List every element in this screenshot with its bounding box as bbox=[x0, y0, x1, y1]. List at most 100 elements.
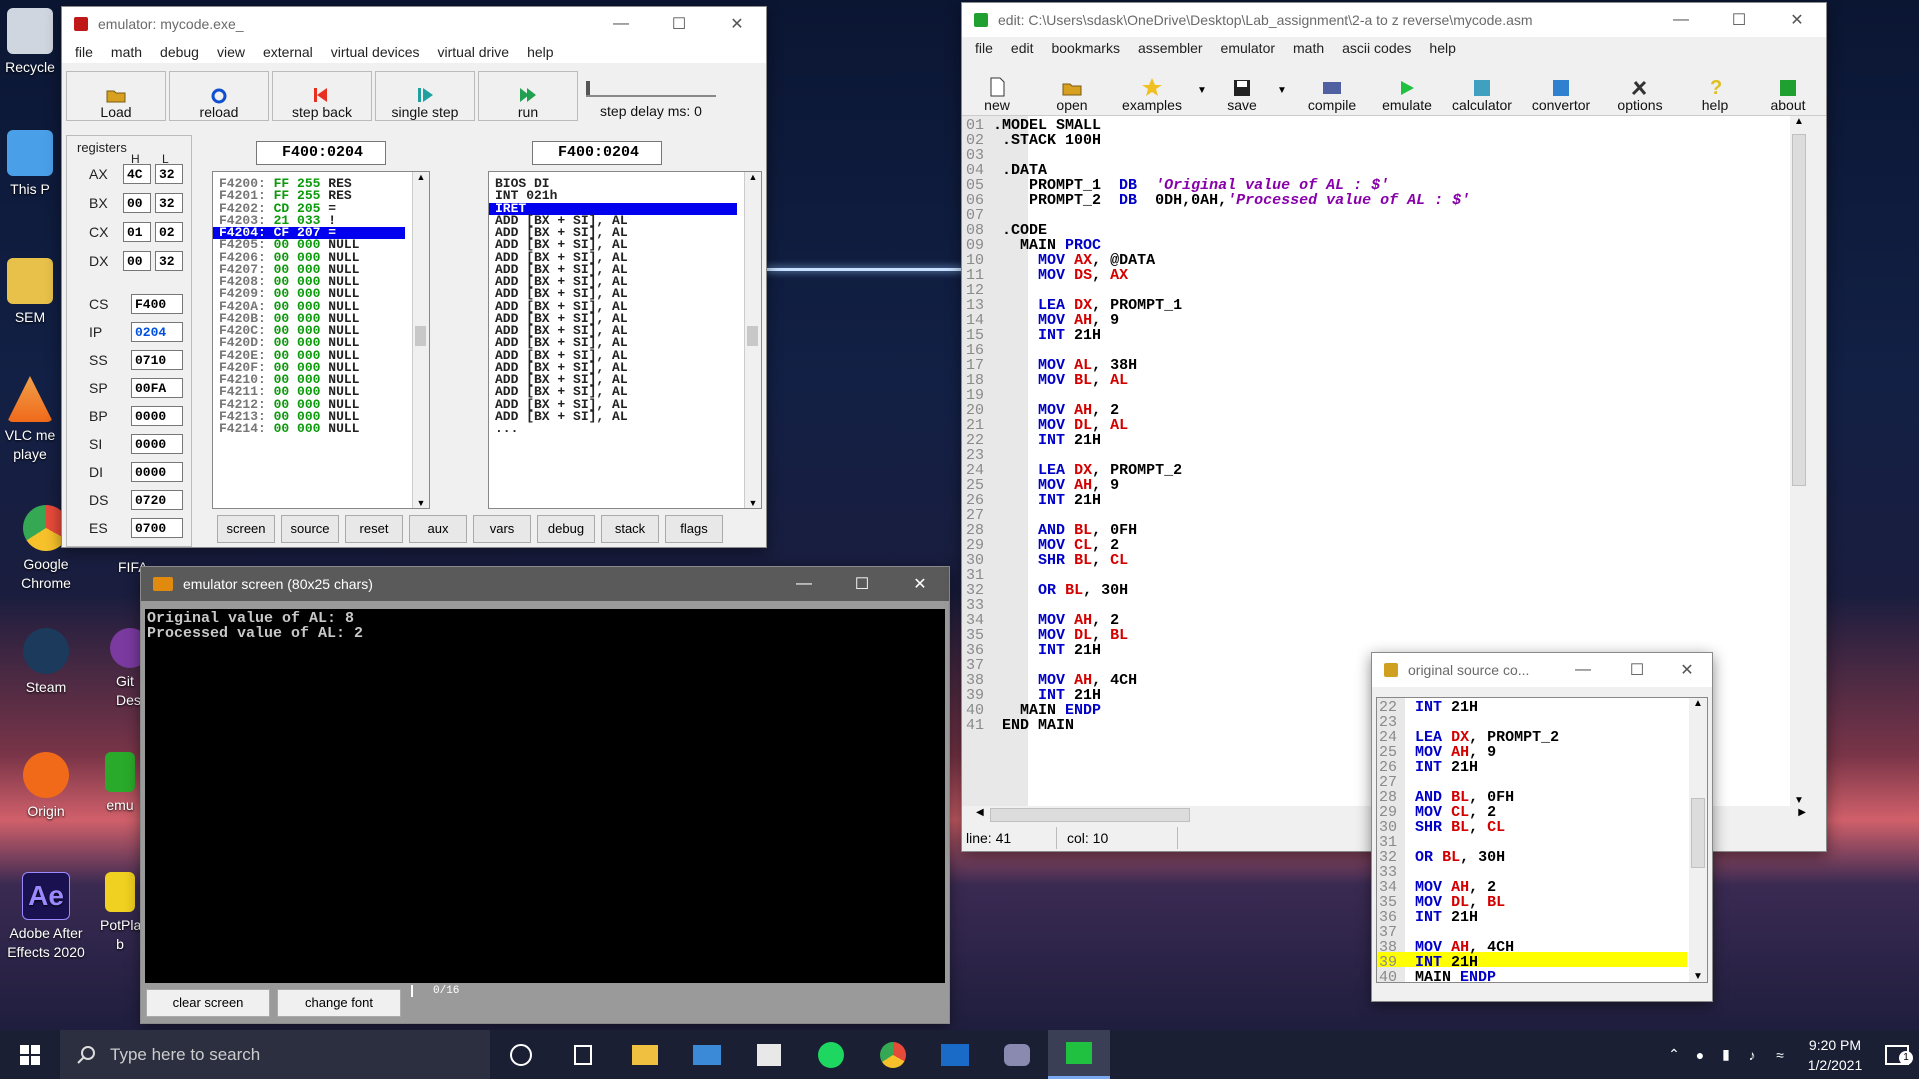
about-button[interactable]: about bbox=[1750, 65, 1826, 113]
desktop-icon-sem[interactable]: SEM bbox=[0, 258, 65, 327]
scroll-up-icon[interactable]: ▲ bbox=[745, 172, 761, 182]
maximize-icon[interactable]: ☐ bbox=[1710, 3, 1768, 37]
memory-address-field[interactable]: F400:0204 bbox=[256, 141, 386, 165]
memory-row[interactable]: F4214: 00 000 NULL bbox=[213, 422, 405, 435]
options-button[interactable]: options bbox=[1600, 65, 1680, 113]
source-code-area[interactable]: 22 INT 21H 23 24 LEA DX, PROMPT_2 25 MOV… bbox=[1376, 697, 1708, 983]
start-button[interactable] bbox=[0, 1030, 60, 1079]
step-delay-slider-thumb[interactable] bbox=[586, 81, 590, 95]
register-bp-value[interactable]: 0000 bbox=[131, 406, 183, 426]
editor-titlebar[interactable]: edit: C:\Users\sdask\OneDrive\Desktop\La… bbox=[962, 3, 1826, 37]
minimize-icon[interactable]: — bbox=[1652, 3, 1710, 37]
disassembly-row[interactable]: ... bbox=[489, 422, 737, 435]
scroll-left-icon[interactable]: ◀ bbox=[976, 807, 984, 818]
aux-button[interactable]: aux bbox=[409, 515, 467, 543]
screen-button[interactable]: screen bbox=[217, 515, 275, 543]
disasm-address-field[interactable]: F400:0204 bbox=[532, 141, 662, 165]
step-delay-control[interactable]: step delay ms: 0 bbox=[581, 71, 721, 119]
file-explorer-icon[interactable] bbox=[614, 1044, 676, 1065]
cortana-icon[interactable] bbox=[490, 1043, 552, 1066]
close-icon[interactable]: ✕ bbox=[1768, 3, 1826, 37]
source-titlebar[interactable]: original source co... — ☐ ✕ bbox=[1372, 653, 1712, 687]
menu-external[interactable]: external bbox=[254, 44, 322, 60]
scroll-right-icon[interactable]: ▶ bbox=[1798, 807, 1806, 818]
flags-button[interactable]: flags bbox=[665, 515, 723, 543]
console-output[interactable]: Original value of AL: 8 Processed value … bbox=[145, 609, 945, 983]
examples-dropdown-icon[interactable]: ▼ bbox=[1192, 65, 1212, 115]
step-delay-slider[interactable] bbox=[586, 81, 716, 97]
taskbar-search-box[interactable]: Type here to search bbox=[60, 1030, 490, 1079]
menu-file[interactable]: file bbox=[966, 40, 1002, 56]
memory-list[interactable]: F4200: FF 255 RES F4201: FF 255 RES F4202:… bbox=[212, 171, 430, 509]
mail-icon[interactable] bbox=[676, 1044, 738, 1065]
register-ax-high[interactable]: 4C bbox=[123, 164, 151, 184]
disassembly-row[interactable]: INT 021h bbox=[489, 189, 737, 202]
register-dx-high[interactable]: 00 bbox=[123, 251, 151, 271]
volume-icon[interactable]: ♪ bbox=[1739, 1047, 1765, 1063]
microphone-icon[interactable]: ● bbox=[1687, 1047, 1713, 1063]
menu-debug[interactable]: debug bbox=[151, 44, 208, 60]
open-button[interactable]: open bbox=[1032, 65, 1112, 113]
examples-button[interactable]: examples bbox=[1112, 65, 1192, 113]
whiteboard-icon[interactable] bbox=[924, 1043, 986, 1066]
notification-center-icon[interactable]: 1 bbox=[1875, 1044, 1919, 1065]
reset-button[interactable]: reset bbox=[345, 515, 403, 543]
register-si-value[interactable]: 0000 bbox=[131, 434, 183, 454]
register-bx-high[interactable]: 00 bbox=[123, 193, 151, 213]
menu-file[interactable]: file bbox=[66, 44, 102, 60]
stack-button[interactable]: stack bbox=[601, 515, 659, 543]
register-ip-value[interactable]: 0204 bbox=[131, 322, 183, 342]
discord-icon[interactable] bbox=[986, 1043, 1048, 1066]
chevron-up-icon[interactable]: ⌃ bbox=[1661, 1046, 1687, 1063]
wifi-icon[interactable]: ≈ bbox=[1765, 1047, 1795, 1063]
editor-vertical-scrollbar[interactable]: ▲ ▼ bbox=[1790, 116, 1808, 806]
menu-emulator[interactable]: emulator bbox=[1212, 40, 1284, 56]
register-ds-value[interactable]: 0720 bbox=[131, 490, 183, 510]
menu-ascii-codes[interactable]: ascii codes bbox=[1333, 40, 1420, 56]
scroll-thumb[interactable] bbox=[415, 326, 426, 346]
menu-bookmarks[interactable]: bookmarks bbox=[1042, 40, 1128, 56]
clear-screen-button[interactable]: clear screen bbox=[146, 989, 270, 1017]
register-sp-value[interactable]: 00FA bbox=[131, 378, 183, 398]
close-icon[interactable]: ✕ bbox=[708, 7, 766, 41]
new-button[interactable]: new bbox=[962, 65, 1032, 113]
convertor-button[interactable]: convertor bbox=[1522, 65, 1600, 113]
menu-edit[interactable]: edit bbox=[1002, 40, 1043, 56]
minimize-icon[interactable]: — bbox=[1554, 653, 1612, 687]
register-es-value[interactable]: 0700 bbox=[131, 518, 183, 538]
scroll-up-icon[interactable]: ▲ bbox=[1790, 116, 1808, 127]
scroll-up-icon[interactable]: ▲ bbox=[413, 172, 429, 182]
scroll-thumb[interactable] bbox=[1691, 798, 1705, 868]
desktop-icon-after-effects[interactable]: Ae Adobe After Effects 2020 bbox=[6, 872, 86, 962]
disassembly-list[interactable]: BIOS DI INT 021h IRET ADD [BX + SI], AL ADD … bbox=[488, 171, 762, 509]
desktop-icon-recycle-bin[interactable]: Recycle bbox=[0, 8, 65, 77]
scroll-down-icon[interactable]: ▼ bbox=[413, 498, 429, 508]
maximize-icon[interactable]: ☐ bbox=[1612, 653, 1662, 687]
battery-icon[interactable]: ▮ bbox=[1713, 1046, 1739, 1063]
disassembly-row[interactable]: ADD [BX + SI], AL bbox=[489, 410, 737, 423]
save-dropdown-icon[interactable]: ▼ bbox=[1272, 65, 1292, 115]
desktop-icon-vlc[interactable]: VLC me playe bbox=[0, 376, 65, 464]
source-scrollbar[interactable]: ▲ ▼ bbox=[1689, 698, 1707, 982]
register-cs-value[interactable]: F400 bbox=[131, 294, 183, 314]
register-cx-low[interactable]: 02 bbox=[155, 222, 183, 242]
calculator-button[interactable]: calculator bbox=[1442, 65, 1522, 113]
register-ss-value[interactable]: 0710 bbox=[131, 350, 183, 370]
store-icon[interactable] bbox=[738, 1043, 800, 1066]
desktop-icon-emu8086[interactable]: emu bbox=[100, 752, 140, 815]
menu-virtual-drive[interactable]: virtual drive bbox=[429, 44, 519, 60]
emulator-titlebar[interactable]: emulator: mycode.exe_ — ☐ ✕ bbox=[62, 7, 766, 41]
register-dx-low[interactable]: 32 bbox=[155, 251, 183, 271]
load-button[interactable]: Load bbox=[66, 71, 166, 121]
register-ax-low[interactable]: 32 bbox=[155, 164, 183, 184]
scroll-down-icon[interactable]: ▼ bbox=[1790, 795, 1808, 806]
minimize-icon[interactable]: — bbox=[592, 7, 650, 41]
scroll-thumb[interactable] bbox=[1792, 134, 1806, 486]
minimize-icon[interactable]: — bbox=[775, 567, 833, 601]
scroll-down-icon[interactable]: ▼ bbox=[1689, 971, 1707, 982]
menu-assembler[interactable]: assembler bbox=[1129, 40, 1212, 56]
maximize-icon[interactable]: ☐ bbox=[650, 7, 708, 41]
memory-scrollbar[interactable]: ▲ ▼ bbox=[412, 172, 429, 508]
desktop-icon-potplayer[interactable]: PotPla b bbox=[100, 872, 140, 954]
close-icon[interactable]: ✕ bbox=[891, 567, 949, 601]
